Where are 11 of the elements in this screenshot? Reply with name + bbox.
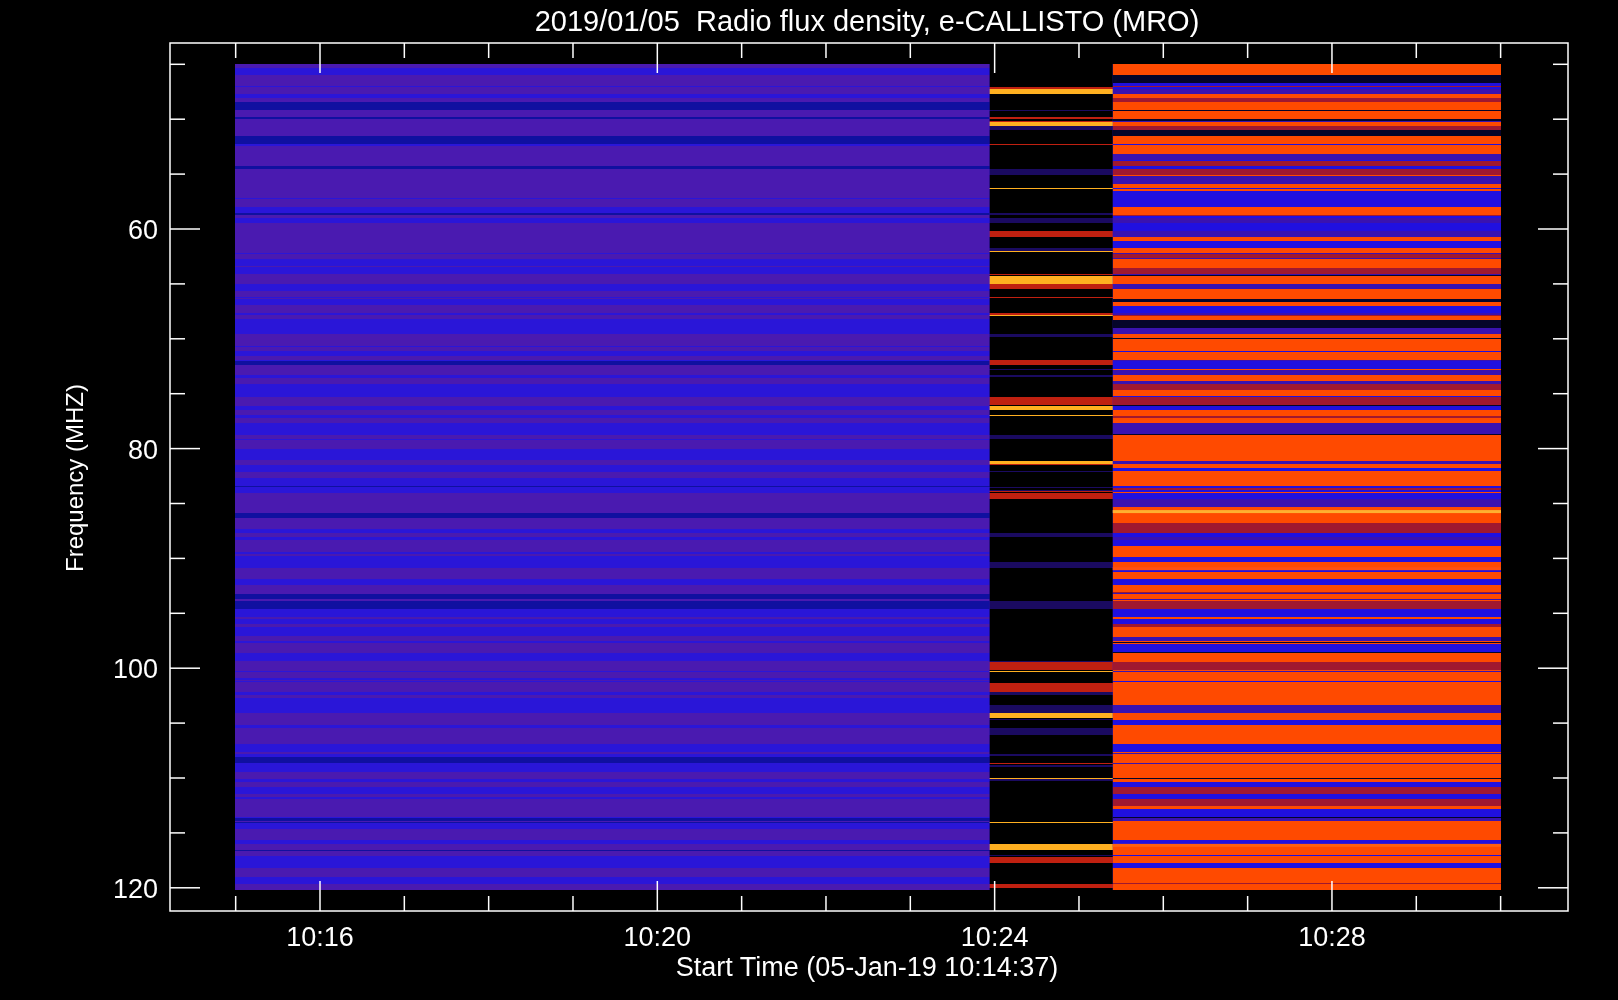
y-tick-label: 60 bbox=[127, 215, 158, 245]
y-tick-label: 100 bbox=[112, 654, 158, 685]
y-axis-label: Frequency (MHZ) bbox=[61, 384, 88, 572]
x-tick-label: 10:28 bbox=[1298, 922, 1366, 952]
x-axis-label: Start Time (05-Jan-19 10:14:37) bbox=[675, 952, 1059, 982]
y-tick-label: 120 bbox=[112, 873, 158, 904]
chart-title: 2019/01/05 Radio flux density, e-CALLISTO (MRO) bbox=[534, 5, 1200, 37]
x-tick-label: 10:24 bbox=[960, 922, 1029, 952]
x-tick-label: 10:20 bbox=[623, 922, 692, 952]
y-tick-label: 80 bbox=[127, 434, 158, 465]
x-tick-label: 10:16 bbox=[286, 922, 354, 952]
